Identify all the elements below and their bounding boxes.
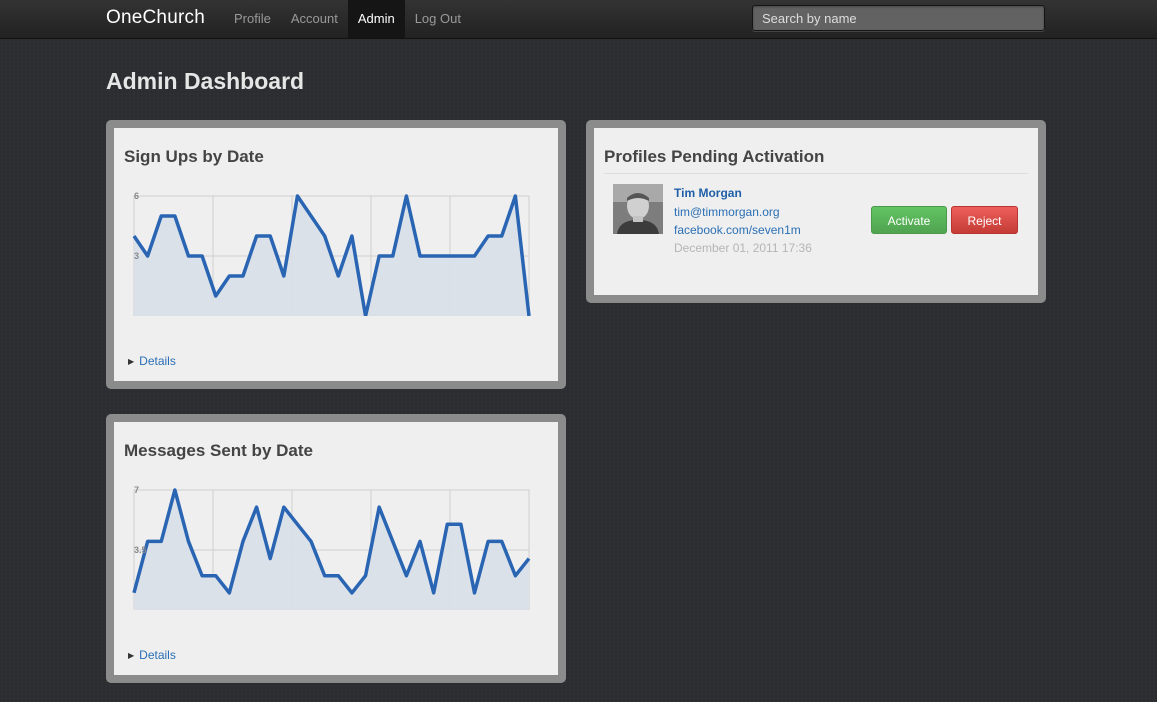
- y-tick-label: 6: [134, 191, 139, 201]
- top-navbar: OneChurch Profile Account Admin Log Out: [0, 0, 1157, 39]
- brand-logo[interactable]: OneChurch: [106, 7, 205, 29]
- pending-panel: Profiles Pending Activation Tim Morgan t…: [586, 120, 1046, 303]
- y-tick-label: 3.5: [134, 545, 147, 555]
- nav-profile[interactable]: Profile: [224, 0, 281, 38]
- divider: [604, 173, 1028, 174]
- disclosure-triangle-icon: ▶: [128, 650, 135, 660]
- signups-details-link[interactable]: ▶ Details: [128, 354, 176, 368]
- messages-panel: Messages Sent by Date 3.5 7 ▶ Details: [106, 414, 566, 683]
- page-title: Admin Dashboard: [106, 68, 305, 94]
- profile-name-link[interactable]: Tim Morgan: [674, 186, 742, 200]
- profile-date: December 01, 2011 17:36: [674, 241, 812, 255]
- search-input[interactable]: [752, 5, 1045, 31]
- activate-button[interactable]: Activate: [871, 206, 947, 234]
- messages-details-link[interactable]: ▶ Details: [128, 648, 176, 662]
- disclosure-triangle-icon: ▶: [128, 356, 135, 366]
- signups-chart: 36: [132, 191, 531, 316]
- messages-chart: 3.57: [132, 485, 531, 610]
- messages-title: Messages Sent by Date: [124, 441, 313, 460]
- profile-facebook-link[interactable]: facebook.com/seven1m: [674, 223, 801, 237]
- details-label: Details: [139, 648, 176, 662]
- profile-email-link[interactable]: tim@timmorgan.org: [674, 205, 780, 219]
- reject-button[interactable]: Reject: [951, 206, 1018, 234]
- y-tick-label: 3: [134, 251, 139, 261]
- y-tick-label: 7: [134, 485, 139, 495]
- person-photo-icon: [613, 184, 663, 234]
- pending-title: Profiles Pending Activation: [604, 147, 825, 166]
- signups-panel: Sign Ups by Date 36 ▶ Details: [106, 120, 566, 389]
- nav-account[interactable]: Account: [281, 0, 348, 38]
- nav-admin[interactable]: Admin: [347, 0, 405, 38]
- avatar: [613, 184, 663, 234]
- signups-title: Sign Ups by Date: [124, 147, 264, 166]
- main-nav: Profile Account Admin Log Out: [224, 0, 471, 38]
- details-label: Details: [139, 354, 176, 368]
- nav-logout[interactable]: Log Out: [405, 0, 471, 38]
